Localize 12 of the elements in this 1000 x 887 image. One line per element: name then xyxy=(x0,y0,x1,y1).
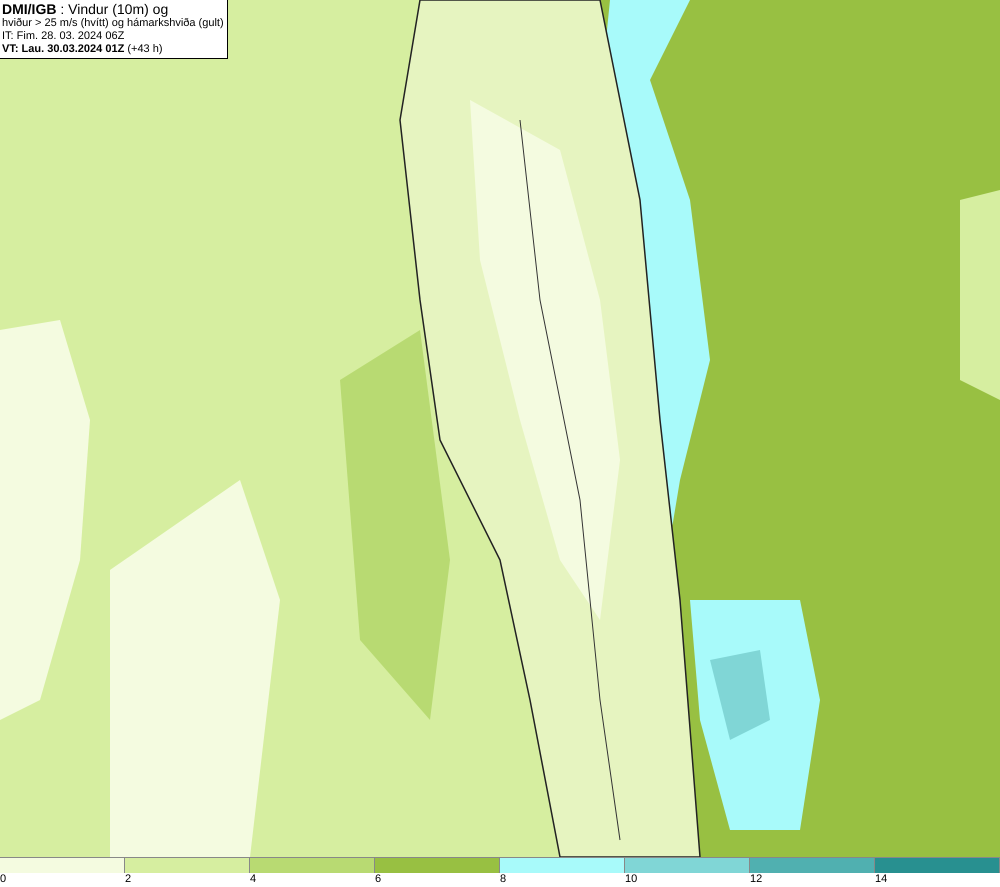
legend-label: 6 xyxy=(375,873,382,886)
legend-label: 0 xyxy=(0,873,6,886)
legend-label: 12 xyxy=(750,873,762,886)
legend-label: 8 xyxy=(500,873,506,886)
legend-label: 14 xyxy=(875,873,888,886)
legend-label: 2 xyxy=(125,873,132,886)
title-line: VT: Lau. 30.03.2024 01Z (+43 h) xyxy=(2,43,164,56)
legend-label: 10 xyxy=(625,873,638,886)
title-line: IT: Fim. 28. 03. 2024 06Z xyxy=(2,30,126,43)
legend-label: 4 xyxy=(250,873,256,886)
title-line: hviður > 25 m/s (hvítt) og hámarkshviða (gult) xyxy=(2,17,224,30)
title-line: DMI/IGB : Vindur (10m) og xyxy=(2,1,170,17)
